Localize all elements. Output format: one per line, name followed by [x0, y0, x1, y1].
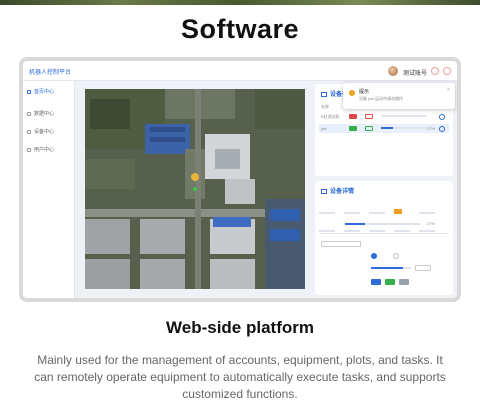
detail-icon — [321, 188, 327, 194]
section-subtitle: Web-side platform — [166, 318, 314, 337]
sidebar-item-label: 数据中心 — [34, 111, 55, 117]
locate-button[interactable] — [439, 114, 445, 120]
progress-percent: 27% — [427, 126, 436, 131]
slider-fill — [371, 267, 403, 269]
mode-field[interactable] — [321, 241, 361, 247]
progress-bar — [381, 115, 426, 117]
pause-button[interactable] — [385, 279, 395, 285]
detail-cell — [344, 209, 369, 217]
sidebar-item-devices[interactable]: 设备中心 — [27, 127, 73, 137]
table-row[interactable]: jxw 27% — [319, 124, 449, 133]
locate-button[interactable] — [439, 126, 445, 132]
app-header: 机器人控制平台 测试账号 — [23, 61, 457, 81]
table-row[interactable]: K杠测试机 — [319, 112, 449, 121]
progress-fill — [381, 127, 394, 129]
divider — [319, 233, 449, 234]
logout-icon[interactable] — [443, 67, 451, 75]
list-icon — [321, 91, 327, 97]
detail-progress-bar — [345, 223, 420, 225]
warning-icon — [349, 90, 355, 96]
device-detail-title: 设备详情 — [321, 186, 354, 195]
speed-input[interactable] — [415, 265, 431, 271]
sidebar-item-label: 用户中心 — [34, 147, 55, 153]
sidebar-item-label: 首页中心 — [34, 89, 55, 95]
notification-message: 设备 jxw 运动中请勿操作 — [359, 96, 403, 101]
sidebar: 首页中心 数据中心 设备中心 用户中心 — [23, 81, 75, 298]
user-icon — [27, 147, 31, 152]
sidebar-item-label: 设备中心 — [34, 129, 55, 135]
device-name: K杠测试机 — [321, 114, 340, 119]
radio-option[interactable] — [393, 253, 399, 259]
device-detail-title-text: 设备详情 — [330, 189, 355, 195]
device-detail-panel: 设备详情 27% — [315, 181, 453, 295]
battery-icon — [365, 126, 373, 131]
column-header: 名称 — [321, 104, 329, 109]
satellite-map[interactable] — [85, 89, 305, 289]
detail-cell — [394, 209, 419, 217]
data-icon — [27, 111, 31, 116]
sidebar-item-data[interactable]: 数据中心 — [27, 109, 73, 119]
sidebar-item-home[interactable]: 首页中心 — [27, 87, 73, 97]
speed-slider[interactable] — [371, 267, 411, 269]
avatar[interactable] — [388, 66, 398, 76]
detail-progress-percent: 27% — [427, 221, 436, 226]
detail-cell — [369, 209, 394, 217]
sidebar-item-users[interactable]: 用户中心 — [27, 145, 73, 155]
device-icon — [27, 129, 31, 134]
progress-bar — [381, 127, 426, 129]
status-badge — [349, 126, 357, 131]
status-badge — [349, 114, 357, 119]
app-screen: 机器人控制平台 测试账号 首页中心 数据中心 设备中心 用户中心 设备列表 名称… — [23, 61, 457, 298]
detail-progress-fill — [345, 223, 366, 225]
close-icon[interactable]: × — [447, 87, 450, 93]
bell-icon[interactable] — [431, 67, 439, 75]
home-icon — [27, 89, 31, 94]
page-headline: Software — [180, 14, 300, 44]
detail-cell — [319, 209, 344, 217]
detail-grid — [319, 201, 449, 237]
notification-title: 提示 — [359, 89, 370, 95]
radio-selected[interactable] — [371, 253, 377, 259]
notification-popup: 提示 设备 jxw 运动中请勿操作 × — [343, 83, 455, 109]
username[interactable]: 测试账号 — [403, 68, 427, 77]
detail-cell — [419, 209, 444, 217]
screenshot-frame: 机器人控制平台 测试账号 首页中心 数据中心 设备中心 用户中心 设备列表 名称… — [19, 57, 461, 302]
stop-button[interactable] — [399, 279, 409, 285]
start-button[interactable] — [371, 279, 381, 285]
app-title: 机器人控制平台 — [29, 70, 72, 76]
section-description: Mainly used for the management of accoun… — [34, 353, 446, 401]
top-decorative-strip — [0, 0, 480, 5]
battery-icon — [365, 114, 373, 119]
device-name: jxw — [321, 126, 327, 131]
